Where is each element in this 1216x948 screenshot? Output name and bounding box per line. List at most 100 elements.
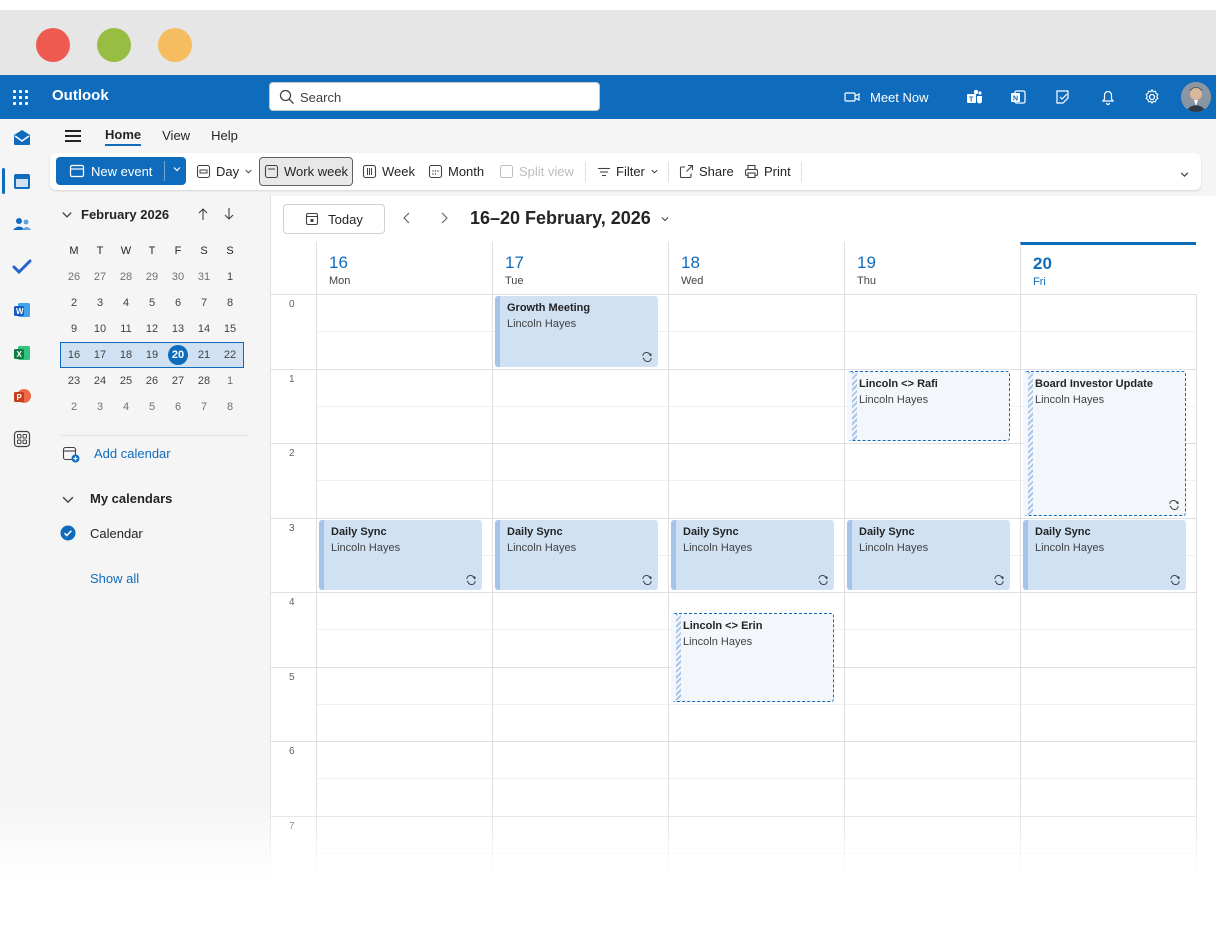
mini-calendar-day[interactable]: 28 <box>191 370 217 392</box>
mini-calendar-day[interactable]: 4 <box>113 396 139 418</box>
show-all-link[interactable]: Show all <box>90 571 139 586</box>
todo-icon[interactable] <box>1051 85 1075 109</box>
day-view-button[interactable]: Day <box>196 158 253 185</box>
calendar-checkbox[interactable] <box>60 525 76 546</box>
mini-calendar-day[interactable]: 11 <box>113 318 139 340</box>
mini-calendar-day[interactable]: 12 <box>139 318 165 340</box>
word-icon[interactable]: W <box>11 299 33 321</box>
todo-check-icon[interactable] <box>11 256 33 278</box>
filter-button[interactable]: Filter <box>597 158 659 185</box>
calendar-event[interactable]: Growth Meeting Lincoln Hayes <box>495 296 658 367</box>
calendar-event[interactable]: Daily Sync Lincoln Hayes <box>1023 519 1186 590</box>
chevron-down-icon[interactable] <box>172 164 182 174</box>
mini-calendar-day[interactable]: 4 <box>113 292 139 314</box>
app-name[interactable]: Outlook <box>52 87 109 104</box>
mini-calendar-day[interactable]: 27 <box>165 370 191 392</box>
minimize-window-button[interactable] <box>97 28 131 62</box>
teams-icon[interactable]: T <box>962 85 986 109</box>
tab-home[interactable]: Home <box>105 127 142 146</box>
people-icon[interactable] <box>11 213 33 235</box>
mini-calendar-day[interactable]: 18 <box>113 344 139 366</box>
mini-calendar-day[interactable]: 6 <box>165 396 191 418</box>
print-button[interactable]: Print <box>744 158 791 185</box>
calendar-icon[interactable] <box>11 170 33 192</box>
maximize-window-button[interactable] <box>158 28 192 62</box>
mini-calendar-day[interactable]: 28 <box>113 266 139 288</box>
share-button[interactable]: Share <box>679 158 734 185</box>
calendar-event[interactable]: Daily Sync Lincoln Hayes <box>671 519 834 590</box>
meet-now-button[interactable]: Meet Now <box>844 84 929 110</box>
more-apps-icon[interactable] <box>11 428 33 450</box>
bell-icon[interactable] <box>1096 85 1120 109</box>
mini-calendar-day[interactable]: 2 <box>61 396 87 418</box>
mini-calendar-day[interactable]: 8 <box>217 396 243 418</box>
mini-calendar-day[interactable]: 24 <box>87 370 113 392</box>
onenote-icon[interactable]: N <box>1006 85 1030 109</box>
search-box[interactable] <box>269 82 600 111</box>
day-column-header[interactable]: 20 Fri <box>1020 242 1196 294</box>
mini-calendar-day[interactable]: 14 <box>191 318 217 340</box>
mini-calendar-day[interactable]: 26 <box>61 266 87 288</box>
mini-calendar-day[interactable]: 13 <box>165 318 191 340</box>
chevron-down-icon[interactable] <box>61 493 75 512</box>
mini-calendar-day[interactable]: 5 <box>139 292 165 314</box>
mini-calendar-day[interactable]: 1 <box>217 370 243 392</box>
arrow-down-icon[interactable] <box>223 207 235 221</box>
excel-icon[interactable]: X <box>11 342 33 364</box>
arrow-up-icon[interactable] <box>197 207 209 221</box>
mini-calendar-day[interactable]: 3 <box>87 396 113 418</box>
hamburger-menu-icon[interactable] <box>65 130 81 142</box>
mini-calendar-day[interactable]: 1 <box>217 266 243 288</box>
mini-calendar-day[interactable]: 5 <box>139 396 165 418</box>
mini-calendar-day[interactable]: 23 <box>61 370 87 392</box>
mini-calendar-day[interactable]: 27 <box>87 266 113 288</box>
mini-calendar-day[interactable]: 2 <box>61 292 87 314</box>
search-input[interactable] <box>300 87 590 107</box>
calendar-event[interactable]: Daily Sync Lincoln Hayes <box>847 519 1010 590</box>
mini-calendar-day[interactable]: 15 <box>217 318 243 340</box>
mini-calendar-day[interactable]: 30 <box>165 266 191 288</box>
mini-calendar-day[interactable]: 22 <box>217 344 243 366</box>
chevron-left-icon[interactable] <box>402 212 412 224</box>
today-button[interactable]: Today <box>283 204 385 234</box>
mini-calendar-day[interactable]: 3 <box>87 292 113 314</box>
mail-icon[interactable] <box>11 127 33 149</box>
mini-calendar-day[interactable]: 19 <box>139 344 165 366</box>
month-view-button[interactable]: Month <box>428 158 484 185</box>
calendar-event[interactable]: Lincoln <> Rafi Lincoln Hayes <box>847 370 1010 441</box>
mini-calendar-day[interactable]: 21 <box>191 344 217 366</box>
mini-calendar-day[interactable]: 7 <box>191 396 217 418</box>
calendar-event[interactable]: Lincoln <> Erin Lincoln Hayes <box>671 612 834 702</box>
week-view-button[interactable]: Week <box>362 158 415 185</box>
day-column-header[interactable]: 17 Tue <box>492 242 668 294</box>
powerpoint-icon[interactable]: P <box>11 385 33 407</box>
mini-calendar-day[interactable]: 26 <box>139 370 165 392</box>
day-column-header[interactable]: 16 Mon <box>316 242 492 294</box>
calendar-event[interactable]: Daily Sync Lincoln Hayes <box>319 519 482 590</box>
mini-calendar-day[interactable]: 10 <box>87 318 113 340</box>
mini-calendar-day[interactable]: 16 <box>61 344 87 366</box>
mini-calendar-day[interactable]: 29 <box>139 266 165 288</box>
mini-calendar-header[interactable]: February 2026 <box>61 207 169 222</box>
app-launcher-icon[interactable] <box>10 86 32 108</box>
work-week-view-button[interactable]: Work week <box>259 157 354 186</box>
day-column-header[interactable]: 19 Thu <box>844 242 1020 294</box>
tab-help[interactable]: Help <box>211 128 238 145</box>
mini-calendar-day[interactable]: 31 <box>191 266 217 288</box>
user-avatar[interactable] <box>1181 82 1211 112</box>
calendar-event[interactable]: Daily Sync Lincoln Hayes <box>495 519 658 590</box>
tab-view[interactable]: View <box>162 128 190 145</box>
add-calendar-link[interactable]: Add calendar <box>94 446 171 461</box>
mini-calendar-day[interactable]: 8 <box>217 292 243 314</box>
ribbon-collapse-icon[interactable] <box>1179 169 1190 180</box>
mini-calendar-day[interactable]: 17 <box>87 344 113 366</box>
mini-calendar-today[interactable]: 20 <box>165 344 191 366</box>
gear-icon[interactable] <box>1140 85 1164 109</box>
new-event-button[interactable]: New event <box>56 157 186 185</box>
close-window-button[interactable] <box>36 28 70 62</box>
mini-calendar-day[interactable]: 7 <box>191 292 217 314</box>
mini-calendar-day[interactable]: 25 <box>113 370 139 392</box>
mini-calendar-day[interactable]: 6 <box>165 292 191 314</box>
day-column-header[interactable]: 18 Wed <box>668 242 844 294</box>
mini-calendar-day[interactable]: 9 <box>61 318 87 340</box>
